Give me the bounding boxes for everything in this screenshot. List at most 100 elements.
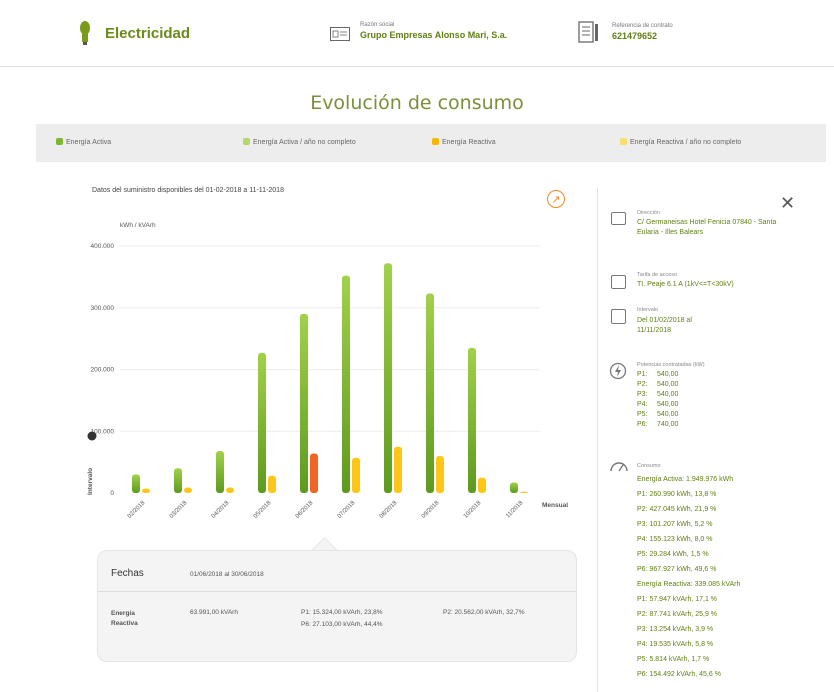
potencia-row: P6: 740,00 (637, 420, 678, 430)
tooltip-p1: P1: 15.324,00 kVArh, 23,8% (301, 609, 383, 616)
consumo-line: P2: 427.045 kWh, 21,9 % (637, 506, 717, 513)
tariff-table-icon (611, 275, 626, 289)
razon-social-label: Razón social (360, 22, 395, 28)
x-tick-label: 03/2018 (169, 500, 189, 520)
bar-energia-reactiva[interactable] (310, 453, 318, 493)
consumo-line: Energía Activa: 1.949.976 kWh (637, 476, 734, 483)
service-title: Electricidad (105, 25, 191, 42)
legend-label: Energía Reactiva / año no completo (630, 139, 742, 146)
y-axis-unit: kWh / kVArh (120, 222, 156, 229)
potencia-period: P3: (637, 391, 648, 398)
potencia-period: P5: (637, 411, 648, 418)
consumo-line: P2: 87.741 kVArh, 25,9 % (637, 611, 718, 618)
potencia-period: P1: (637, 371, 648, 378)
y-tick-label: 200.000 (91, 367, 115, 374)
potencia-period: P4: (637, 401, 648, 408)
legend-item-energia-activa[interactable]: Energía Activa (56, 138, 111, 146)
tarifa-label: Tarifa de acceso (637, 272, 678, 278)
bar-energia-activa[interactable] (510, 482, 518, 493)
potencia-value: 540,00 (657, 401, 679, 408)
potencia-row: P1: 540,00 (637, 370, 678, 380)
potencia-value: 540,00 (657, 391, 679, 398)
info-icon[interactable] (87, 431, 97, 441)
legend-label: Energía Reactiva (442, 139, 496, 146)
bar-tooltip: Fechas 01/06/2018 al 30/06/2018 Energía … (97, 550, 577, 662)
consumo-line: P5: 29.284 kWh, 1,5 % (637, 551, 709, 558)
consumo-line: P5: 5.814 kVArh, 1,7 % (637, 656, 710, 663)
bar-energia-activa[interactable] (174, 468, 182, 493)
bar-energia-reactiva[interactable] (352, 457, 360, 493)
potencia-row: P4: 540,00 (637, 400, 678, 410)
consumption-chart: 400.000300.000200.000100.0000 02/2018 03/… (87, 222, 568, 520)
razon-social-value: Grupo Empresas Alonso Mari, S.a. (360, 30, 508, 40)
bar-energia-activa[interactable] (342, 275, 350, 493)
consumo-line: P4: 155.123 kWh, 8,0 % (637, 536, 713, 543)
intervalo-label: Intervalo (637, 307, 659, 313)
potencia-row: P3: 540,00 (637, 390, 678, 400)
y-tick-label: 300.000 (91, 305, 115, 312)
bar-energia-reactiva[interactable] (436, 455, 444, 493)
legend-swatch (432, 138, 439, 145)
bar-energia-activa[interactable] (384, 263, 392, 493)
intervalo-value: Del 01/02/2018 al 11/11/2018 (637, 317, 692, 334)
consumo-line: P1: 57.947 kVArh, 17,1 % (637, 596, 718, 603)
legend-swatch (243, 138, 250, 145)
consumo-line: P1: 260.990 kWh, 13,8 % (637, 491, 717, 498)
bar-energia-activa[interactable] (300, 313, 308, 493)
y-tick-label: 0 (110, 490, 114, 497)
bar-energia-reactiva[interactable] (478, 477, 486, 493)
consumo-label: Consumo (637, 463, 661, 469)
consumo-line: Energía Reactiva: 339.085 kVArh (637, 581, 741, 588)
speedometer-icon (610, 462, 628, 472)
x-tick-label: 08/2018 (379, 500, 399, 520)
bar-energia-reactiva[interactable] (268, 475, 276, 493)
bar-energia-reactiva[interactable] (184, 487, 192, 493)
potencia-value: 540,00 (657, 371, 679, 378)
legend-item-activa-incompleto[interactable]: Energía Activa / año no completo (243, 138, 356, 146)
x-tick-label: 10/2018 (463, 500, 483, 520)
legend-label: Energía Activa / año no completo (253, 139, 356, 146)
x-tick-label: 06/2018 (295, 500, 315, 520)
chart-title: Datos del suministro disponibles del 01-… (92, 187, 284, 194)
bar-energia-reactiva[interactable] (520, 491, 528, 493)
potencia-value: 540,00 (657, 411, 679, 418)
potencia-value: 540,00 (657, 381, 679, 388)
legend-bar: Energía Activa Energía Activa / año no c… (36, 124, 826, 162)
id-card-icon (330, 27, 350, 41)
bar-energia-reactiva[interactable] (142, 488, 150, 493)
tooltip-total: 63.991,00 kVArh (190, 609, 238, 616)
x-axis-label: Mensual (542, 502, 568, 509)
close-panel-button[interactable]: ✕ (780, 193, 795, 214)
x-tick-label: 07/2018 (337, 500, 357, 520)
tooltip-energia-label: Energía Reactiva (111, 610, 138, 627)
legend-swatch (620, 138, 627, 145)
bar-energia-activa[interactable] (426, 293, 434, 493)
consumo-line: P4: 19.535 kVArh, 5,8 % (637, 641, 714, 648)
potencia-period: P2: (637, 381, 648, 388)
consumo-line: P6: 154.492 kVArh, 45,6 % (637, 671, 721, 678)
bar-energia-reactiva[interactable] (394, 446, 402, 493)
consumo-list: Energía Activa: 1.949.976 kWh P1: 260.99… (637, 472, 740, 682)
legend-item-energia-reactiva[interactable]: Energía Reactiva (432, 138, 496, 146)
x-tick-label: 04/2018 (211, 500, 231, 520)
share-button[interactable]: ↗ (547, 190, 565, 208)
bar-energia-activa[interactable] (468, 347, 476, 493)
contract-document-icon (578, 21, 598, 43)
contract-ref-label: Referencia de contrato (612, 23, 673, 29)
close-icon: ✕ (780, 193, 796, 213)
tooltip-fechas-label: Fechas (111, 568, 144, 579)
consumo-line: P3: 101.207 kWh, 5,2 % (637, 521, 713, 528)
potencia-period: P6: (637, 421, 648, 428)
x-tick-label: 05/2018 (253, 500, 273, 520)
bar-energia-activa[interactable] (132, 474, 140, 493)
bar-energia-activa[interactable] (216, 451, 224, 493)
bar-energia-reactiva[interactable] (226, 487, 234, 493)
bar-energia-activa[interactable] (258, 352, 266, 493)
direccion-label: Dirección (637, 210, 660, 216)
legend-item-reactiva-incompleto[interactable]: Energía Reactiva / año no completo (620, 138, 741, 146)
share-icon: ↗ (551, 194, 561, 206)
lightbulb-icon (80, 21, 90, 45)
direccion-value: C/ Germaneisas Hotel Fenicia 07840 - San… (637, 219, 777, 236)
x-tick-label: 02/2018 (127, 500, 147, 520)
consumo-line: P6: 967.927 kWh, 49,6 % (637, 566, 717, 573)
